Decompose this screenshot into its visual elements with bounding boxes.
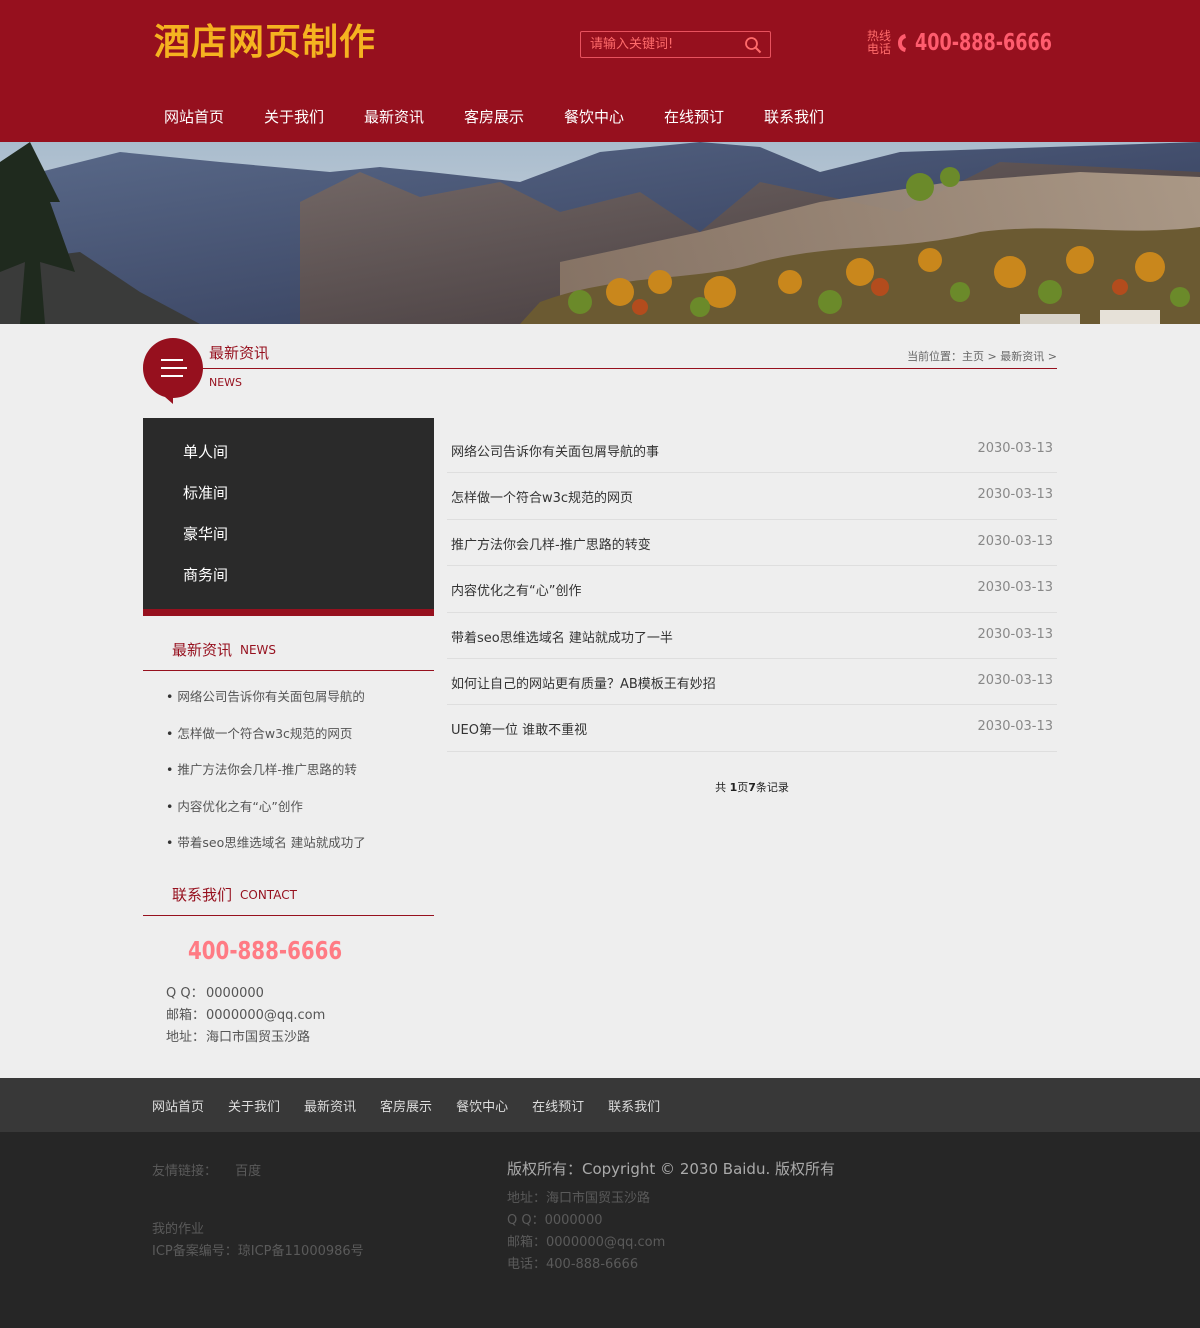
homework-link[interactable]: 我的作业 [152, 1218, 204, 1237]
main-nav: 网站首页 关于我们 最新资讯 客房展示 餐饮中心 在线预订 联系我们 [144, 100, 844, 136]
sidebar-news-item[interactable]: • 怎样做一个符合w3c规范的网页 [166, 716, 434, 753]
copyright: 版权所有：Copyright © 2030 Baidu. 版权所有 [507, 1160, 835, 1178]
sidebar-news-item[interactable]: • 带着seo思维选域名 建站就成功了 [166, 825, 434, 862]
news-title[interactable]: 带着seo思维选域名 建站就成功了一半 [451, 627, 673, 646]
news-row[interactable]: 网络公司告诉你有关面包屑导航的事 2030-03-13 [447, 427, 1057, 474]
section-divider [201, 368, 1057, 369]
news-row[interactable]: UEO第一位 谁敢不重视 2030-03-13 [447, 705, 1057, 752]
search-input[interactable] [581, 32, 741, 57]
nav-item-booking[interactable]: 在线预订 [644, 100, 744, 136]
friend-links-label: 友情链接： [152, 1164, 218, 1179]
news-date: 2030-03-13 [977, 487, 1053, 503]
news-title[interactable]: 网络公司告诉你有关面包屑导航的事 [451, 441, 659, 460]
menu-item-standard-room[interactable]: 标准间 [143, 473, 434, 514]
sidebar-news-header: 最新资讯 NEWS [143, 629, 434, 671]
footer-nav-home[interactable]: 网站首页 [152, 1096, 204, 1115]
menu-item-deluxe-room[interactable]: 豪华间 [143, 514, 434, 555]
footer-nav-contact[interactable]: 联系我们 [608, 1096, 660, 1115]
news-title[interactable]: 怎样做一个符合w3c规范的网页 [451, 487, 633, 506]
news-title[interactable]: 内容优化之有“心”创作 [451, 580, 581, 599]
breadcrumb[interactable]: 当前位置：主页 > 最新资讯 > [907, 348, 1057, 364]
search-icon[interactable] [744, 36, 762, 54]
sidebar-contact-title: 联系我们 [172, 886, 233, 904]
sidebar-news-item[interactable]: • 内容优化之有“心”创作 [166, 789, 434, 826]
pagination-summary: 共 1页7条记录 [715, 781, 789, 794]
section-subtitle: NEWS [209, 376, 243, 389]
contact-address: 地址：海口市国贸玉沙路 [166, 1030, 311, 1045]
section-header: 最新资讯 NEWS 当前位置：主页 > 最新资讯 > [143, 338, 1057, 404]
room-category-menu: 单人间 标准间 豪华间 商务间 [143, 418, 434, 616]
news-title[interactable]: 推广方法你会几样-推广思路的转变 [451, 534, 651, 553]
news-date: 2030-03-13 [977, 441, 1053, 456]
friend-links: 友情链接： 百度 [152, 1160, 275, 1179]
news-date: 2030-03-13 [977, 580, 1053, 596]
menu-item-business-room[interactable]: 商务间 [143, 555, 434, 596]
sidebar-news-title: 最新资讯 [172, 641, 233, 659]
news-date: 2030-03-13 [977, 533, 1053, 549]
nav-item-news[interactable]: 最新资讯 [344, 100, 444, 136]
nav-item-home[interactable]: 网站首页 [144, 100, 244, 136]
sidebar-news-item[interactable]: • 推广方法你会几样-推广思路的转 [166, 752, 434, 789]
footer-contact-info: 地址：海口市国贸玉沙路 Q Q：0000000 邮箱：0000000@qq.co… [507, 1188, 665, 1276]
news-date: 2030-03-13 [977, 626, 1053, 642]
footer-nav-booking[interactable]: 在线预订 [532, 1096, 584, 1115]
footer-address: 地址：海口市国贸玉沙路 [507, 1191, 651, 1206]
nav-item-about[interactable]: 关于我们 [244, 100, 344, 136]
sidebar-news-list: • 网络公司告诉你有关面包屑导航的 • 怎样做一个符合w3c规范的网页 • 推广方法你… [166, 679, 434, 862]
phone-icon [898, 34, 906, 52]
sidebar-news-subtitle: NEWS [240, 643, 277, 657]
menu-icon [143, 338, 203, 404]
footer-phone: 电话：400-888-6666 [507, 1257, 639, 1272]
sidebar-contact-header: 联系我们 CONTACT [143, 874, 434, 916]
nav-item-rooms[interactable]: 客房展示 [444, 100, 544, 136]
news-row[interactable]: 带着seo思维选域名 建站就成功了一半 2030-03-13 [447, 613, 1057, 659]
friend-link-baidu[interactable]: 百度 [235, 1164, 261, 1179]
hotline-number: 400-888-6666 [915, 30, 1052, 56]
contact-phone: 400-888-6666 [188, 936, 343, 965]
footer-nav-rooms[interactable]: 客房展示 [380, 1096, 432, 1115]
site-footer: 友情链接： 百度 我的作业 ICP备案编号：琼ICP备11000986号 版权所… [0, 1132, 1200, 1328]
search-box [580, 31, 771, 58]
news-title[interactable]: UEO第一位 谁敢不重视 [451, 719, 587, 738]
footer-nav-dining[interactable]: 餐饮中心 [456, 1096, 508, 1115]
sidebar-contact-subtitle: CONTACT [240, 888, 297, 902]
news-title[interactable]: 如何让自己的网站更有质量？AB模板王有妙招 [451, 673, 716, 692]
footer-nav: 网站首页 关于我们 最新资讯 客房展示 餐饮中心 在线预订 联系我们 [0, 1078, 1200, 1132]
contact-qq: Q Q： 0000000 [166, 986, 264, 1001]
news-row[interactable]: 怎样做一个符合w3c规范的网页 2030-03-13 [447, 473, 1057, 520]
news-row[interactable]: 内容优化之有“心”创作 2030-03-13 [447, 566, 1057, 613]
contact-info: Q Q： 0000000 邮箱：0000000@qq.com 地址：海口市国贸玉沙… [166, 983, 325, 1049]
footer-qq: Q Q：0000000 [507, 1213, 603, 1228]
footer-nav-about[interactable]: 关于我们 [228, 1096, 280, 1115]
news-row[interactable]: 如何让自己的网站更有质量？AB模板王有妙招 2030-03-13 [447, 659, 1057, 706]
news-date: 2030-03-13 [977, 719, 1053, 735]
icp-record[interactable]: ICP备案编号：琼ICP备11000986号 [152, 1240, 364, 1259]
nav-item-contact[interactable]: 联系我们 [744, 100, 844, 136]
contact-email: 邮箱：0000000@qq.com [166, 1008, 326, 1023]
footer-nav-news[interactable]: 最新资讯 [304, 1096, 356, 1115]
news-list: 网络公司告诉你有关面包屑导航的事 2030-03-13 怎样做一个符合w3c规范的… [447, 427, 1057, 752]
site-header: 酒店网页制作 热线电话 400-888-6666 网站首页 关于我们 最新资讯 … [0, 0, 1200, 142]
news-row[interactable]: 推广方法你会几样-推广思路的转变 2030-03-13 [447, 520, 1057, 567]
section-title: 最新资讯 [209, 344, 270, 362]
nav-item-dining[interactable]: 餐饮中心 [544, 100, 644, 136]
banner-image [0, 142, 1200, 324]
menu-item-single-room[interactable]: 单人间 [143, 432, 434, 473]
site-logo[interactable]: 酒店网页制作 [154, 18, 376, 66]
news-date: 2030-03-13 [977, 672, 1053, 688]
hotline-label: 热线电话 [867, 29, 892, 56]
sidebar-news-item[interactable]: • 网络公司告诉你有关面包屑导航的 [166, 679, 434, 716]
mountain-landscape [0, 142, 1200, 324]
footer-email: 邮箱：0000000@qq.com [507, 1235, 666, 1250]
